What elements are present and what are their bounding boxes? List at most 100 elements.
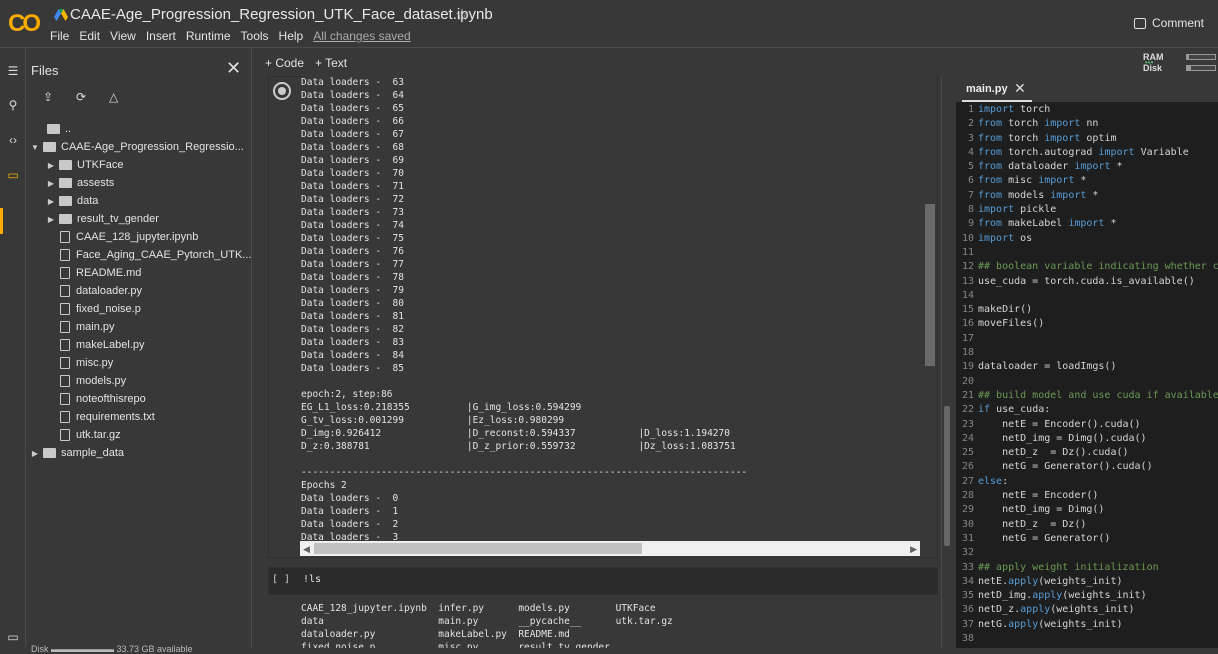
notebook-title[interactable]: CAAE-Age_Progression_Regression_UTK_Face…: [70, 6, 493, 23]
comment-button[interactable]: Comment: [1133, 16, 1204, 30]
cell-2-run-button[interactable]: [ ]: [272, 574, 290, 585]
code-line[interactable]: 30 netD_z = Dz(): [956, 518, 1218, 532]
ram-bar[interactable]: [1186, 54, 1216, 60]
code-line[interactable]: 38: [956, 632, 1218, 646]
tree-file[interactable]: requirements.txt: [26, 408, 252, 426]
editor-tab-main[interactable]: main.py: [966, 83, 1008, 95]
tree-file[interactable]: makeLabel.py: [26, 336, 252, 354]
code-line[interactable]: 36 netD_z.apply(weights_init): [956, 603, 1218, 617]
ram-label[interactable]: RAM: [1143, 52, 1164, 62]
code-line[interactable]: 2 from torch import nn: [956, 117, 1218, 131]
tree-file[interactable]: CAAE_128_jupyter.ipynb: [26, 228, 252, 246]
add-text-button[interactable]: + Text: [315, 56, 347, 70]
code-line[interactable]: 23 netE = Encoder().cuda(): [956, 418, 1218, 432]
code-line[interactable]: 25 netD_z = Dz().cuda(): [956, 446, 1218, 460]
expand-arrow-icon[interactable]: ▶: [46, 197, 56, 206]
tree-file[interactable]: models.py: [26, 372, 252, 390]
upload-icon[interactable]: ⇪: [43, 90, 59, 104]
tree-file[interactable]: utk.tar.gz: [26, 426, 252, 444]
tree-folder[interactable]: ▶ data: [26, 192, 252, 210]
menu-tools[interactable]: Tools: [241, 29, 269, 43]
folder-icon[interactable]: ▭: [5, 168, 21, 182]
tree-file[interactable]: noteofthisrepo: [26, 390, 252, 408]
code-line[interactable]: 22 if use_cuda:: [956, 403, 1218, 417]
menu-insert[interactable]: Insert: [146, 29, 176, 43]
star-icon[interactable]: ☆: [455, 5, 469, 25]
tree-file[interactable]: dataloader.py: [26, 282, 252, 300]
panel-resize-handle[interactable]: [941, 76, 952, 648]
tree-file[interactable]: misc.py: [26, 354, 252, 372]
code-snippets-icon[interactable]: ‹›: [5, 133, 21, 147]
code-line[interactable]: 11: [956, 246, 1218, 260]
code-line[interactable]: 19 dataloader = loadImgs(): [956, 360, 1218, 374]
expand-arrow-icon[interactable]: ▶: [46, 215, 56, 224]
expand-arrow-icon[interactable]: ▶: [46, 179, 56, 188]
tree-folder[interactable]: ▶ result_tv_gender: [26, 210, 252, 228]
tree-folder[interactable]: ▼ CAAE-Age_Progression_Regressio...: [26, 138, 252, 156]
output-vertical-scrollbar[interactable]: [923, 76, 937, 541]
disk-bar[interactable]: [1186, 65, 1216, 71]
code-line[interactable]: 13 use_cuda = torch.cuda.is_available(): [956, 275, 1218, 289]
code-line[interactable]: 5 from dataloader import *: [956, 160, 1218, 174]
cell-2-code[interactable]: !ls: [303, 574, 321, 585]
terminal-icon[interactable]: ▭: [5, 630, 21, 644]
editor-code[interactable]: 1 import torch 2 from torch import nn 3 from …: [956, 103, 1218, 648]
close-tab-icon[interactable]: ✕: [1014, 80, 1026, 97]
tree-file[interactable]: README.md: [26, 264, 252, 282]
tree-file[interactable]: main.py: [26, 318, 252, 336]
code-line[interactable]: 10 import os: [956, 232, 1218, 246]
code-line[interactable]: 15 makeDir(): [956, 303, 1218, 317]
code-line[interactable]: 14: [956, 289, 1218, 303]
code-line[interactable]: 3 from torch import optim: [956, 132, 1218, 146]
code-line[interactable]: 24 netD_img = Dimg().cuda(): [956, 432, 1218, 446]
add-code-button[interactable]: + Code: [265, 56, 304, 70]
code-line[interactable]: 27 else:: [956, 475, 1218, 489]
code-line[interactable]: 32: [956, 546, 1218, 560]
code-line[interactable]: 7 from models import *: [956, 189, 1218, 203]
code-line[interactable]: 6 from misc import *: [956, 174, 1218, 188]
menu-view[interactable]: View: [110, 29, 136, 43]
tree-file[interactable]: fixed_noise.p: [26, 300, 252, 318]
tree-folder[interactable]: ▶ assests: [26, 174, 252, 192]
code-line[interactable]: 20: [956, 375, 1218, 389]
toc-icon[interactable]: ☰: [5, 64, 21, 78]
save-status[interactable]: All changes saved: [313, 29, 410, 43]
refresh-icon[interactable]: ⟳: [76, 90, 92, 104]
menu-help[interactable]: Help: [279, 29, 304, 43]
code-line[interactable]: 21 ## build model and use cuda if availab…: [956, 389, 1218, 403]
code-line[interactable]: 34 netE.apply(weights_init): [956, 575, 1218, 589]
code-line[interactable]: 37 netG.apply(weights_init): [956, 618, 1218, 632]
disk-label[interactable]: Disk: [1143, 63, 1162, 73]
tree-file[interactable]: Face_Aging_CAAE_Pytorch_UTK...: [26, 246, 252, 264]
code-line[interactable]: 4 from torch.autograd import Variable: [956, 146, 1218, 160]
code-line[interactable]: 9 from makeLabel import *: [956, 217, 1218, 231]
code-line[interactable]: 31 netG = Generator(): [956, 532, 1218, 546]
code-line[interactable]: 26 netG = Generator().cuda(): [956, 460, 1218, 474]
tree-folder[interactable]: ▶ UTKFace: [26, 156, 252, 174]
expand-arrow-icon[interactable]: ▶: [30, 449, 40, 458]
search-icon[interactable]: ⚲: [5, 98, 21, 112]
colab-logo[interactable]: CO: [8, 10, 41, 38]
stop-run-button[interactable]: [273, 82, 291, 100]
code-line[interactable]: 35 netD_img.apply(weights_init): [956, 589, 1218, 603]
code-line[interactable]: 8 import pickle: [956, 203, 1218, 217]
code-line[interactable]: 28 netE = Encoder(): [956, 489, 1218, 503]
code-line[interactable]: 12 ## boolean variable indicating whether…: [956, 260, 1218, 274]
mount-drive-icon[interactable]: △: [109, 90, 125, 104]
expand-arrow-icon[interactable]: ▼: [30, 143, 40, 152]
menu-edit[interactable]: Edit: [79, 29, 100, 43]
code-line[interactable]: 18: [956, 346, 1218, 360]
code-line[interactable]: 29 netD_img = Dimg(): [956, 503, 1218, 517]
code-cell-2[interactable]: [268, 567, 938, 595]
expand-arrow-icon[interactable]: ▶: [46, 161, 56, 170]
menu-runtime[interactable]: Runtime: [186, 29, 231, 43]
code-line[interactable]: 1 import torch: [956, 103, 1218, 117]
code-line[interactable]: 16 moveFiles(): [956, 317, 1218, 331]
code-line[interactable]: 17: [956, 332, 1218, 346]
menu-file[interactable]: File: [50, 29, 69, 43]
code-line[interactable]: 33 ## apply weight initialization: [956, 561, 1218, 575]
tree-folder[interactable]: ▶ sample_data: [26, 444, 252, 462]
output-horizontal-scrollbar[interactable]: ◀ ▶: [300, 541, 920, 556]
close-icon[interactable]: ✕: [226, 58, 241, 79]
tree-parent[interactable]: ..: [26, 120, 252, 138]
